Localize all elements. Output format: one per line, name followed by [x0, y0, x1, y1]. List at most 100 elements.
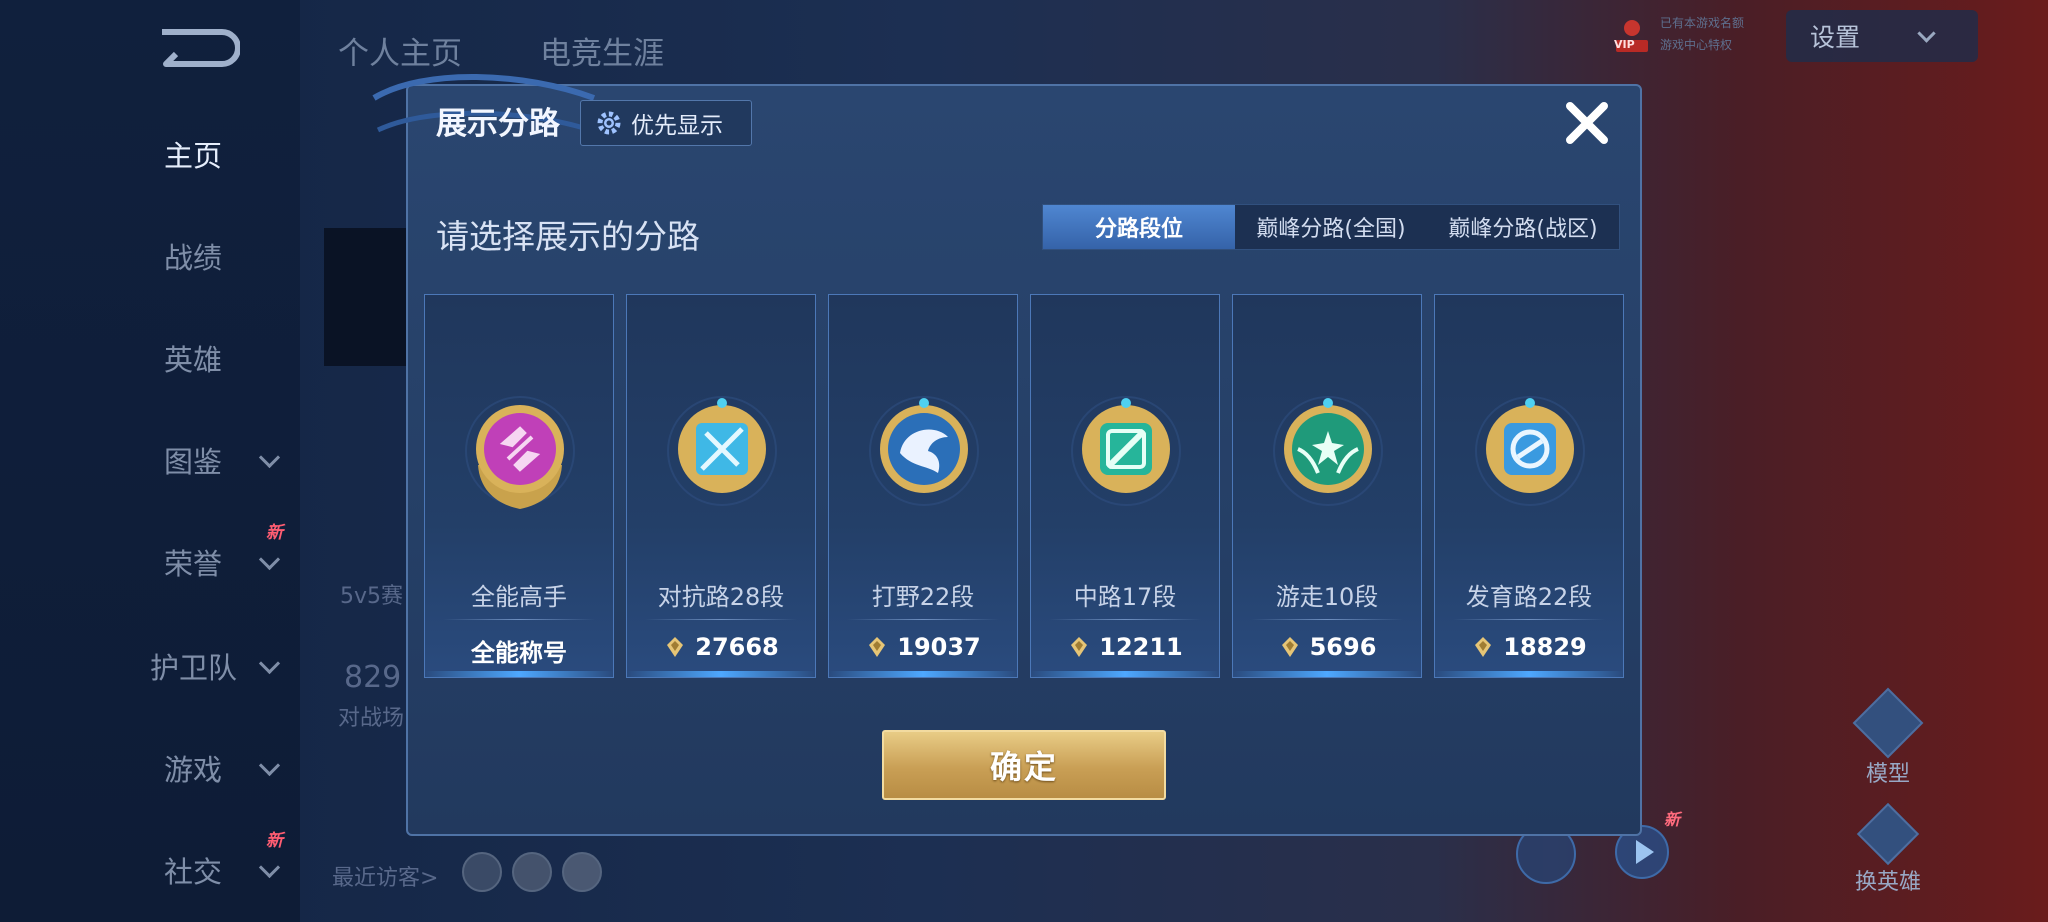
sidebar-item-label: 英雄 [164, 343, 223, 377]
divider [1251, 619, 1403, 620]
card-glow [1435, 671, 1623, 677]
switch-hero-button[interactable]: 换英雄 [1848, 802, 1928, 896]
model-label: 模型 [1865, 762, 1910, 787]
priority-display-label: 优先显示 [631, 113, 723, 139]
divider [443, 619, 595, 620]
tab-profile[interactable]: 个人主页 [338, 28, 462, 73]
sidebar-item-guard[interactable]: 护卫队 [110, 636, 300, 696]
allround-badge-icon [465, 396, 575, 509]
visitor-avatar[interactable] [562, 852, 602, 892]
priority-display-button[interactable]: 优先显示 [580, 100, 752, 146]
points-icon [869, 637, 886, 657]
visitor-avatar[interactable] [462, 852, 502, 892]
lane-card-clash[interactable]: 对抗路28段 27668 [626, 294, 816, 678]
vip-label: VIP [1614, 38, 1635, 51]
model-icon [1852, 687, 1924, 759]
lane-name: 中路17段 [1073, 583, 1177, 611]
vip-info-line: 已有本游戏名额 [1660, 16, 1745, 30]
lane-value-text: 27668 [695, 633, 779, 661]
sidebar-item-label: 游戏 [164, 753, 223, 787]
sidebar-item-social[interactable]: 社交 新 [110, 831, 300, 900]
chevron-down-icon [258, 446, 281, 469]
lane-card-allround[interactable]: 全能高手 全能称号 [424, 294, 614, 678]
tab-peak-region[interactable]: 巅峰分路(战区) [1427, 205, 1619, 249]
lane-name: 打野22段 [871, 583, 975, 611]
roam-badge-icon [1273, 396, 1383, 506]
settings-dropdown[interactable]: 设置 [1786, 10, 1978, 62]
lane-card-roam[interactable]: 游走10段 5696 [1232, 294, 1422, 678]
stat-value: 829 [344, 660, 402, 695]
lane-name: 全能高手 [471, 583, 567, 611]
chevron-down-icon [1917, 23, 1936, 43]
lane-value-text: 5696 [1309, 633, 1377, 661]
lane-value-text: 12211 [1099, 633, 1183, 661]
switch-hero-icon [1856, 802, 1920, 866]
points-icon [1281, 637, 1298, 657]
new-badge: 新 [266, 831, 283, 851]
sidebar-item-label: 主页 [164, 139, 223, 173]
lane-value: 全能称号 [425, 633, 613, 668]
lane-value-text: 18829 [1503, 633, 1587, 661]
back-icon[interactable] [152, 22, 240, 72]
divider [1453, 619, 1605, 620]
chevron-down-icon [258, 548, 281, 571]
dialog-subtitle: 请选择展示的分路 [436, 217, 700, 256]
sidebar-item-heroes[interactable]: 英雄 [110, 328, 300, 388]
lane-value: 19037 [829, 633, 1017, 661]
sidebar-item-home[interactable]: 主页 [110, 124, 300, 184]
farm-lane-badge-icon [1475, 396, 1585, 506]
stat-label: 对战场 [338, 706, 405, 731]
clash-lane-badge-icon [667, 396, 777, 506]
card-glow [627, 671, 815, 677]
mid-lane-badge-icon [1071, 396, 1181, 506]
recent-visitors-link[interactable]: 最近访客> [332, 860, 438, 892]
lane-tabs: 分路段位 巅峰分路(全国) 巅峰分路(战区) [1042, 204, 1620, 250]
lane-name: 游走10段 [1275, 583, 1379, 611]
tab-peak-national[interactable]: 巅峰分路(全国) [1235, 205, 1427, 249]
sidebar-item-games[interactable]: 游戏 [110, 738, 300, 798]
mode-label: 5v5赛 [340, 584, 404, 609]
gear-icon [597, 111, 621, 135]
close-icon[interactable] [1562, 98, 1612, 148]
lane-name: 发育路22段 [1465, 583, 1593, 611]
background-panel [324, 228, 414, 366]
lane-value-text: 19037 [897, 633, 981, 661]
sidebar-item-label: 荣誉 [164, 547, 223, 581]
card-glow [1031, 671, 1219, 677]
sidebar-item-codex[interactable]: 图鉴 [110, 430, 300, 490]
card-glow [1233, 671, 1421, 677]
chevron-down-icon [258, 652, 281, 675]
points-icon [1071, 637, 1088, 657]
jungle-badge-icon [869, 396, 979, 506]
confirm-button[interactable]: 确定 [882, 730, 1166, 800]
divider [847, 619, 999, 620]
lane-card-mid[interactable]: 中路17段 12211 [1030, 294, 1220, 678]
chevron-down-icon [258, 754, 281, 777]
tab-lane-rank[interactable]: 分路段位 [1043, 205, 1235, 249]
points-icon [667, 637, 684, 657]
lane-card-farm[interactable]: 发育路22段 18829 [1434, 294, 1624, 678]
sidebar-item-label: 图鉴 [164, 445, 223, 479]
lane-card-jungle[interactable]: 打野22段 19037 [828, 294, 1018, 678]
lane-name: 对抗路28段 [657, 583, 785, 611]
lane-value: 27668 [627, 633, 815, 661]
card-glow [829, 671, 1017, 677]
sidebar-item-records[interactable]: 战绩 [110, 226, 300, 286]
divider [645, 619, 797, 620]
model-button[interactable]: 模型 [1848, 687, 1928, 788]
points-icon [1475, 637, 1492, 657]
vip-info-line: 游戏中心特权 [1660, 38, 1733, 52]
sidebar-item-label: 护卫队 [150, 651, 238, 685]
visitor-avatar[interactable] [512, 852, 552, 892]
chevron-down-icon [258, 856, 281, 879]
settings-label: 设置 [1810, 23, 1861, 52]
dialog-title: 展示分路 [436, 106, 560, 142]
card-glow [425, 671, 613, 677]
sidebar-item-honor[interactable]: 荣誉 新 [110, 523, 300, 592]
switch-hero-label: 换英雄 [1854, 870, 1921, 895]
lane-value: 18829 [1435, 633, 1623, 661]
new-badge: 新 [266, 523, 283, 543]
tab-esports[interactable]: 电竞生涯 [540, 28, 664, 73]
sidebar-item-label: 战绩 [164, 241, 223, 275]
lane-value: 5696 [1233, 633, 1421, 661]
